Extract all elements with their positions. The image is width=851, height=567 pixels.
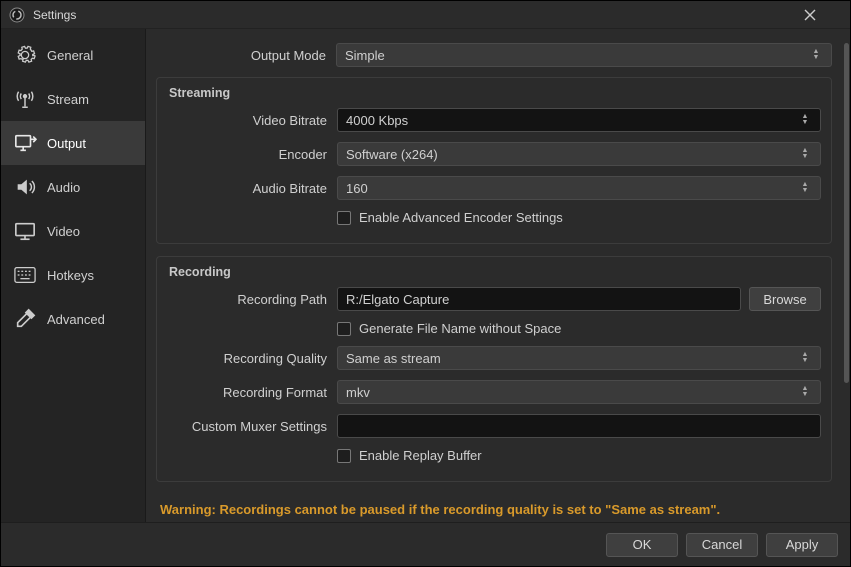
sidebar-item-video[interactable]: Video: [1, 209, 145, 253]
sidebar-item-output[interactable]: Output: [1, 121, 145, 165]
warning-text: Warning: Recordings cannot be paused if …: [156, 494, 832, 521]
sidebar-item-label: Hotkeys: [47, 268, 94, 283]
sidebar-item-label: Audio: [47, 180, 80, 195]
video-bitrate-input[interactable]: 4000 Kbps ▲▼: [337, 108, 821, 132]
audio-bitrate-label: Audio Bitrate: [167, 181, 337, 196]
window-title: Settings: [33, 8, 804, 22]
output-mode-select[interactable]: Simple ▲▼: [336, 43, 832, 67]
tools-icon: [13, 307, 37, 331]
gear-icon: [13, 43, 37, 67]
ok-button[interactable]: OK: [606, 533, 678, 557]
speaker-icon: [13, 175, 37, 199]
output-mode-label: Output Mode: [156, 48, 336, 63]
no-space-label: Generate File Name without Space: [359, 321, 561, 336]
antenna-icon: [13, 87, 37, 111]
sidebar-item-hotkeys[interactable]: Hotkeys: [1, 253, 145, 297]
updown-icon: ▲▼: [798, 386, 812, 398]
recording-quality-label: Recording Quality: [167, 351, 337, 366]
close-button[interactable]: [804, 9, 844, 21]
recording-group: Recording Recording Path Browse: [156, 256, 832, 482]
recording-format-label: Recording Format: [167, 385, 337, 400]
sidebar-item-advanced[interactable]: Advanced: [1, 297, 145, 341]
sidebar-item-label: Video: [47, 224, 80, 239]
recording-format-select[interactable]: mkv ▲▼: [337, 380, 821, 404]
sidebar-item-label: Advanced: [47, 312, 105, 327]
enable-advanced-label: Enable Advanced Encoder Settings: [359, 210, 563, 225]
monitor-icon: [13, 219, 37, 243]
muxer-input[interactable]: [337, 414, 821, 438]
updown-icon: ▲▼: [798, 182, 812, 194]
streaming-title: Streaming: [167, 84, 821, 108]
sidebar-item-general[interactable]: General: [1, 33, 145, 77]
keyboard-icon: [13, 263, 37, 287]
cancel-button[interactable]: Cancel: [686, 533, 758, 557]
recording-quality-select[interactable]: Same as stream ▲▼: [337, 346, 821, 370]
replay-buffer-label: Enable Replay Buffer: [359, 448, 482, 463]
updown-icon: ▲▼: [798, 148, 812, 160]
encoder-select[interactable]: Software (x264) ▲▼: [337, 142, 821, 166]
dialog-footer: OK Cancel Apply: [1, 522, 850, 566]
obs-icon: [9, 7, 25, 23]
updown-icon: ▲▼: [809, 49, 823, 61]
audio-bitrate-select[interactable]: 160 ▲▼: [337, 176, 821, 200]
sidebar-item-audio[interactable]: Audio: [1, 165, 145, 209]
no-space-checkbox[interactable]: [337, 322, 351, 336]
sidebar-item-label: Stream: [47, 92, 89, 107]
replay-buffer-checkbox[interactable]: [337, 449, 351, 463]
muxer-label: Custom Muxer Settings: [167, 419, 337, 434]
recording-path-input[interactable]: [337, 287, 741, 311]
browse-button[interactable]: Browse: [749, 287, 821, 311]
updown-icon: ▲▼: [798, 352, 812, 364]
sidebar: General Stream Output Audio: [1, 29, 146, 522]
video-bitrate-label: Video Bitrate: [167, 113, 337, 128]
recording-path-label: Recording Path: [167, 292, 337, 307]
titlebar: Settings: [1, 1, 850, 29]
settings-content: Output Mode Simple ▲▼ Streaming Video Bi…: [146, 29, 842, 522]
sidebar-item-label: Output: [47, 136, 86, 151]
sidebar-item-label: General: [47, 48, 93, 63]
enable-advanced-checkbox[interactable]: [337, 211, 351, 225]
apply-button[interactable]: Apply: [766, 533, 838, 557]
settings-window: Settings General Stream: [0, 0, 851, 567]
scrollbar[interactable]: [842, 29, 850, 522]
updown-icon: ▲▼: [798, 114, 812, 126]
encoder-label: Encoder: [167, 147, 337, 162]
scrollbar-thumb[interactable]: [844, 43, 849, 383]
recording-title: Recording: [167, 263, 821, 287]
streaming-group: Streaming Video Bitrate 4000 Kbps ▲▼ Enc…: [156, 77, 832, 244]
close-icon: [804, 9, 816, 21]
sidebar-item-stream[interactable]: Stream: [1, 77, 145, 121]
output-icon: [13, 131, 37, 155]
